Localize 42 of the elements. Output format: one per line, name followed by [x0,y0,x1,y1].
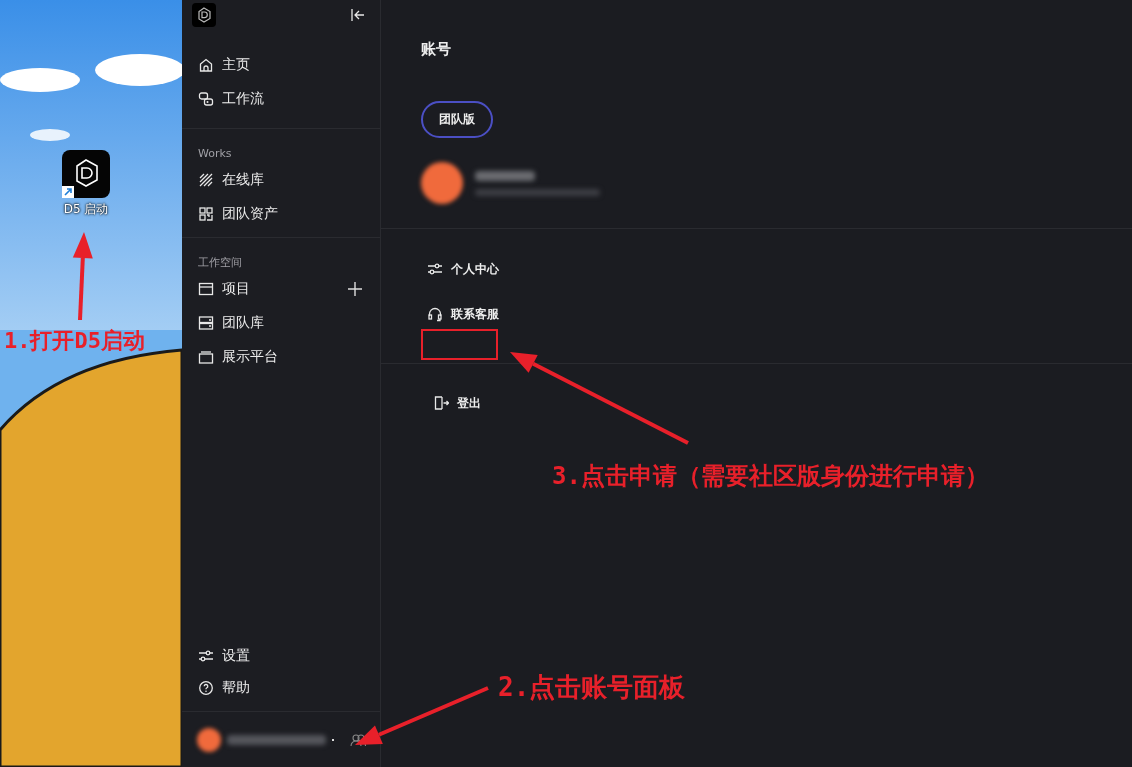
arrow-icon [510,352,689,445]
app-shortcut-icon [62,150,110,198]
add-button[interactable] [348,282,362,296]
arrow-icon [72,232,93,321]
arrow-icon [355,686,489,745]
linked-shapes-icon [198,91,214,107]
nav-item[interactable]: 主页 [198,48,380,82]
nav-item[interactable]: 设置 [198,640,380,672]
menu-item[interactable]: 个人中心 [427,254,1092,284]
window-icon [198,281,214,297]
avatar [421,162,463,204]
nav-item[interactable]: 工作流 [198,82,380,116]
nav-item[interactable]: 帮助 [198,672,380,704]
collapse-arrow-icon [350,7,366,23]
logout-item[interactable]: 登出 [381,388,1132,418]
question-icon [198,680,214,696]
sliders-icon [198,648,214,664]
annotation-text: 1.打开D5启动 [4,327,145,355]
nav-item[interactable]: 项目 [198,272,380,306]
nav-item[interactable]: 团队资产 [198,197,380,231]
sliders-icon [427,261,443,277]
menu-item[interactable]: 联系客服 [427,299,1092,329]
door-exit-icon [433,395,449,411]
tray-icon [198,349,214,365]
logo-icon [192,3,216,27]
plan-badge: 团队版 [421,101,493,138]
nav-item[interactable]: 展示平台 [198,340,380,374]
avatar [197,727,221,752]
section-heading: Works [198,146,233,162]
grid-icon [198,206,214,222]
annotation-text: 3.点击申请（需要社区版身份进行申请） [552,461,989,492]
server-icon [198,315,214,331]
nav-item[interactable]: 团队库 [198,306,380,340]
house-icon [198,57,214,73]
panel-title: 账号 [421,39,451,60]
blurred-name [475,170,535,181]
collapse-button[interactable] [350,7,366,23]
nav-item[interactable]: 在线库 [198,163,380,197]
plus-icon [348,282,362,296]
section-heading: 工作空间 [198,255,243,271]
headset-icon [427,306,443,322]
annotation-text: 2.点击账号面板 [498,671,686,704]
